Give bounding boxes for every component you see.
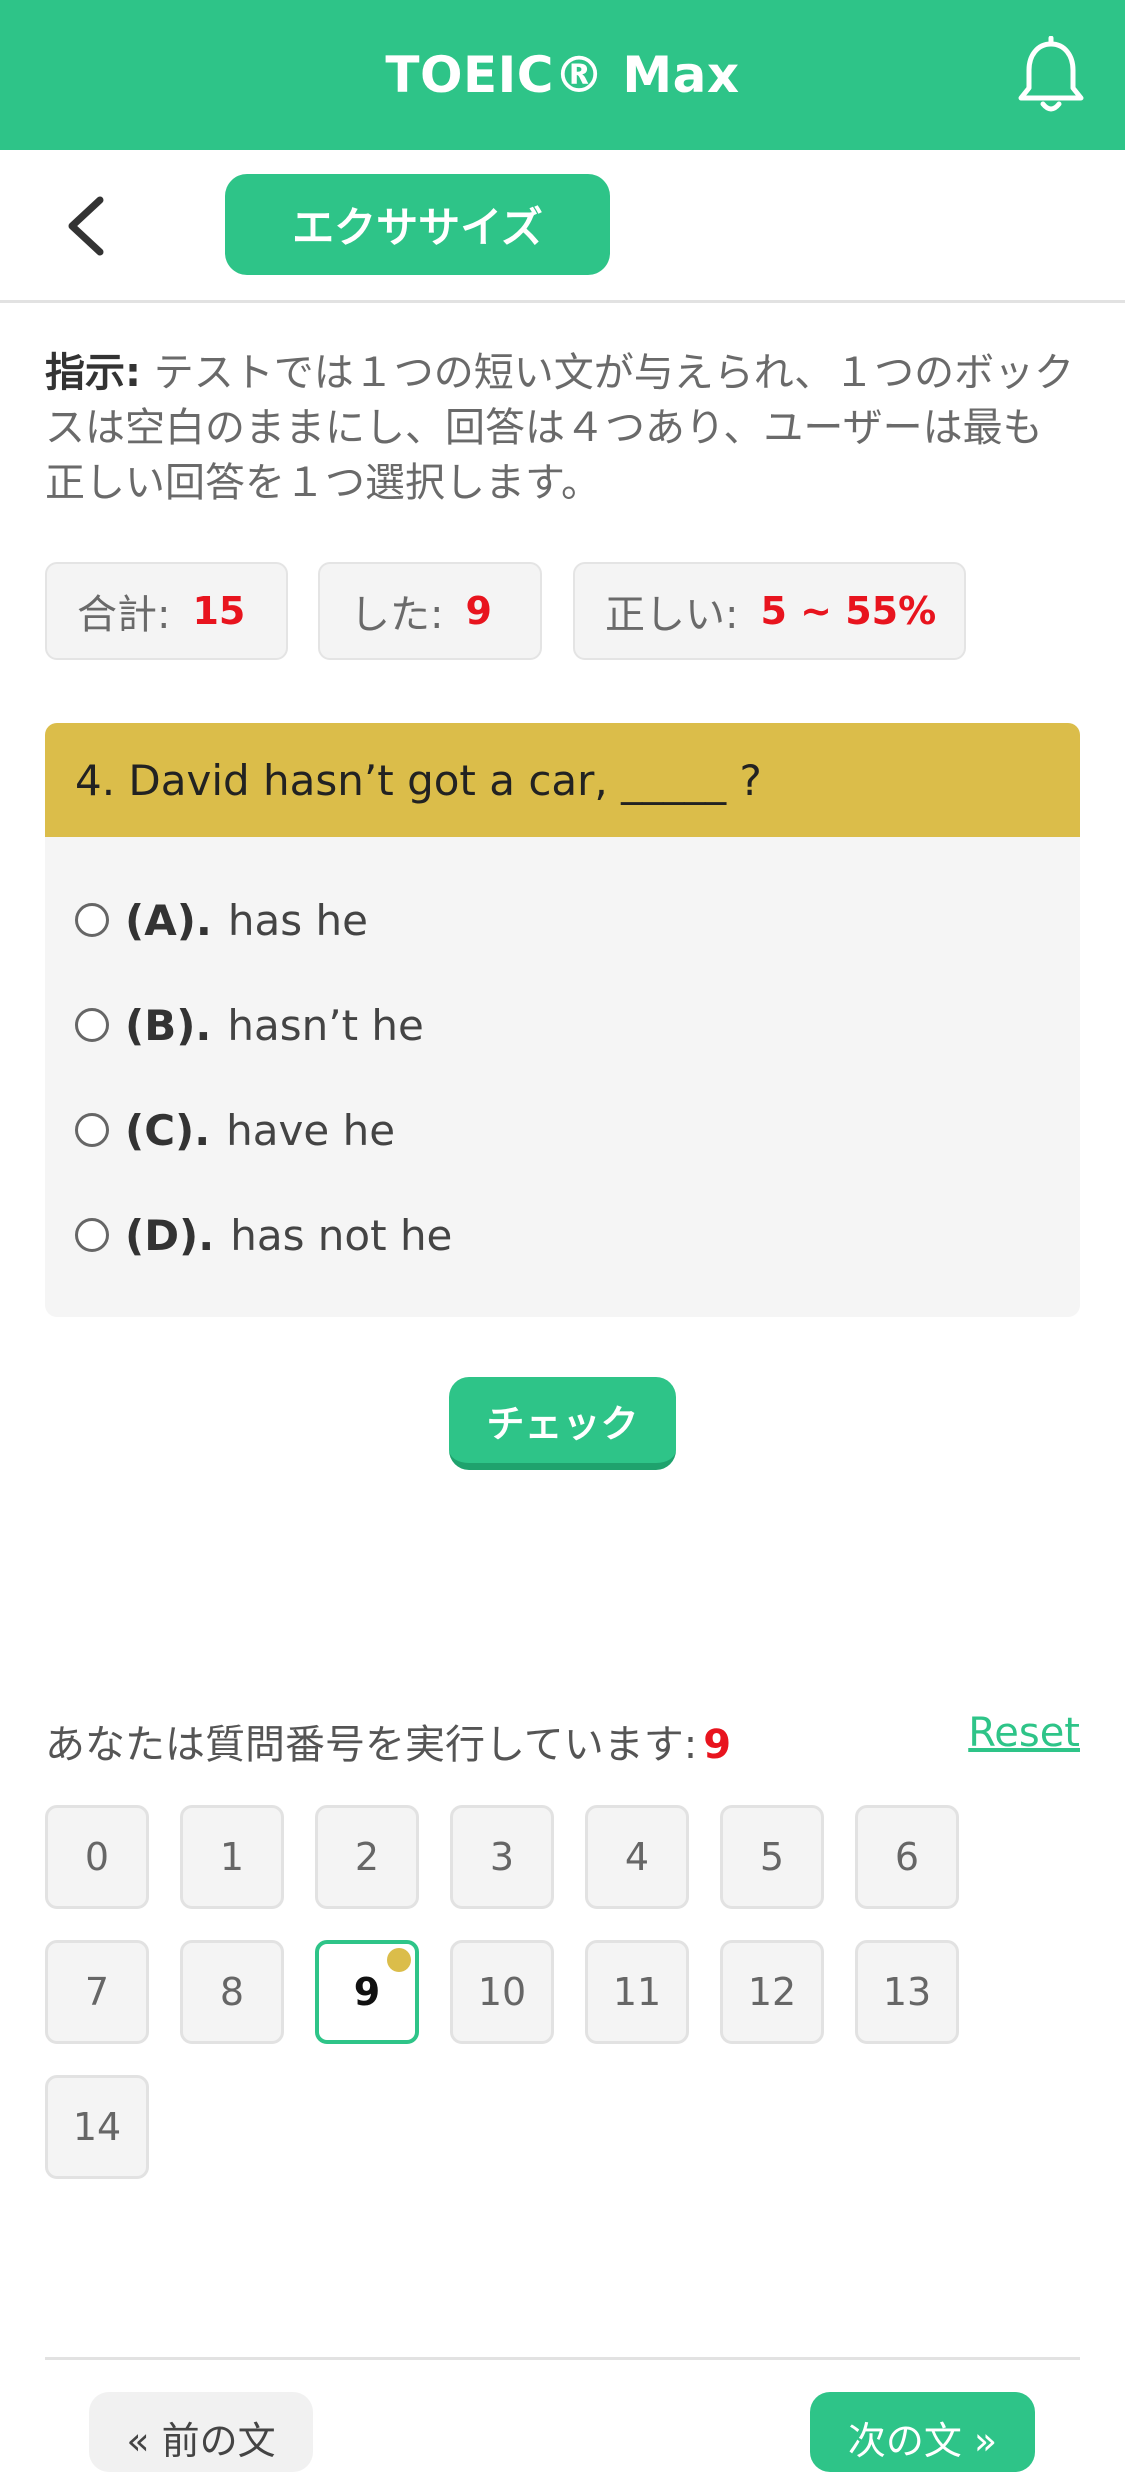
question-number-button[interactable]: 5 — [720, 1805, 824, 1909]
question-number-button[interactable]: 11 — [585, 1940, 689, 2044]
option-b[interactable]: (B). hasn’t he — [75, 995, 424, 1055]
stat-correct: 正しい: 5 ~ 55% — [573, 562, 966, 660]
stat-done-label: した: — [350, 592, 444, 638]
option-d[interactable]: (D). has not he — [75, 1205, 452, 1265]
bell-icon[interactable] — [1015, 36, 1087, 116]
next-sentence-button[interactable]: 次の文 » — [810, 2392, 1035, 2472]
radio-button[interactable] — [75, 1008, 109, 1042]
question-number-button[interactable]: 10 — [450, 1940, 554, 2044]
instructions: 指示: テストでは１つの短い文が与えられ、１つのボックスは空白のままにし、回答は… — [45, 346, 1080, 511]
tab-exercise[interactable]: エクササイズ — [225, 174, 610, 275]
option-text: hasn’t he — [227, 1000, 424, 1050]
option-a[interactable]: (A). has he — [75, 890, 368, 950]
option-label: (B). — [125, 1000, 212, 1050]
stat-total-label: 合計: — [77, 592, 171, 638]
check-button[interactable]: チェック — [449, 1377, 676, 1470]
chevron-left-icon[interactable] — [62, 194, 112, 258]
question-number-button[interactable]: 0 — [45, 1805, 149, 1909]
radio-button[interactable] — [75, 1113, 109, 1147]
question-number-button[interactable]: 8 — [180, 1940, 284, 2044]
question-number-button[interactable]: 14 — [45, 2075, 149, 2179]
current-indicator-dot — [387, 1948, 411, 1972]
instructions-text: テストでは１つの短い文が与えられ、１つのボックスは空白のままにし、回答は４つあり… — [45, 350, 1075, 506]
question-number-button[interactable]: 7 — [45, 1940, 149, 2044]
stat-correct-value: 5 ~ 55% — [760, 589, 937, 633]
progress-status: あなたは質問番号を実行しています: 9 — [45, 1712, 731, 1770]
question-number-button[interactable]: 2 — [315, 1805, 419, 1909]
stat-done: した: 9 — [318, 562, 542, 660]
option-label: (C). — [125, 1105, 211, 1155]
stat-total: 合計: 15 — [45, 562, 288, 660]
option-label: (D). — [125, 1210, 215, 1260]
question-text: 4. David hasn’t got a car, _____ ? — [45, 723, 1080, 837]
question-number-button[interactable]: 4 — [585, 1805, 689, 1909]
option-text: has he — [227, 895, 368, 945]
app-title: TOEIC® Max — [385, 46, 740, 104]
prev-sentence-button[interactable]: « 前の文 — [89, 2392, 313, 2472]
sub-toolbar: エクササイズ — [0, 150, 1125, 303]
question-card: 4. David hasn’t got a car, _____ ? (A). … — [45, 723, 1080, 1317]
question-number-button[interactable]: 3 — [450, 1805, 554, 1909]
stat-total-value: 15 — [192, 589, 246, 633]
radio-button[interactable] — [75, 1218, 109, 1252]
reset-link[interactable]: Reset — [968, 1710, 1080, 1756]
option-text: has not he — [230, 1210, 453, 1260]
option-text: have he — [226, 1105, 396, 1155]
progress-text: あなたは質問番号を実行しています: — [45, 1722, 698, 1768]
question-number-button[interactable]: 6 — [855, 1805, 959, 1909]
question-number-button[interactable]: 13 — [855, 1940, 959, 2044]
instructions-label: 指示: — [45, 350, 141, 396]
divider — [45, 2357, 1080, 2360]
question-number-button[interactable]: 1 — [180, 1805, 284, 1909]
question-number-button[interactable]: 12 — [720, 1940, 824, 2044]
question-number-label: 9 — [353, 1970, 381, 2014]
option-label: (A). — [125, 895, 212, 945]
stat-done-value: 9 — [465, 589, 492, 633]
stat-correct-label: 正しい: — [605, 592, 739, 638]
question-number-button-active[interactable]: 9 — [315, 1940, 419, 2044]
radio-button[interactable] — [75, 903, 109, 937]
option-c[interactable]: (C). have he — [75, 1100, 395, 1160]
current-question-number: 9 — [703, 1722, 732, 1768]
app-header: TOEIC® Max — [0, 0, 1125, 150]
